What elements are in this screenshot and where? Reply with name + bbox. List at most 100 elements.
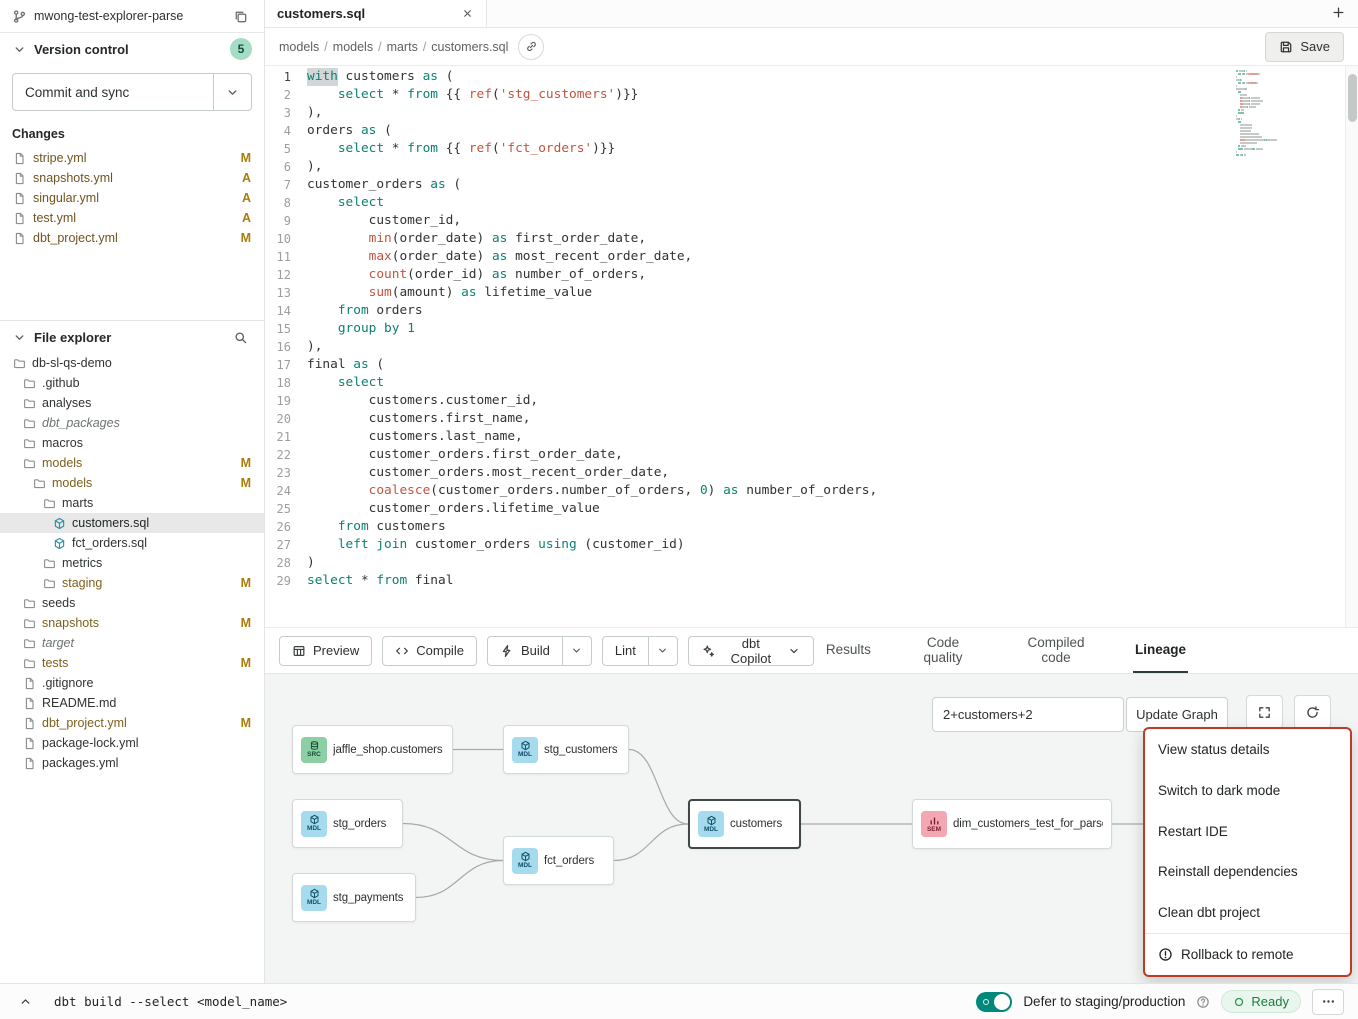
lineage-node-stg_customers[interactable]: MDLstg_customers [503, 725, 629, 774]
code-line[interactable]: 17final as ( [265, 356, 1358, 374]
lineage-node-dim[interactable]: SEMdim_customers_test_for_parse [912, 799, 1112, 849]
minimap[interactable] [1236, 70, 1292, 157]
code-line[interactable]: 29select * from final [265, 572, 1358, 590]
tree-item-dbt-packages[interactable]: dbt_packages [0, 413, 264, 433]
tree-item-packages-yml[interactable]: packages.yml [0, 753, 264, 773]
tree-item-analyses[interactable]: analyses [0, 393, 264, 413]
code-line[interactable]: 13 sum(amount) as lifetime_value [265, 284, 1358, 302]
lineage-node-jaffle[interactable]: SRCjaffle_shop.customers [292, 725, 453, 774]
build-button[interactable]: Build [487, 636, 562, 666]
code-line[interactable]: 25 customer_orders.lifetime_value [265, 500, 1358, 518]
scrollbar-thumb[interactable] [1348, 74, 1357, 122]
menu-item-view-status-details[interactable]: View status details [1145, 729, 1350, 770]
code-line[interactable]: 15 group by 1 [265, 320, 1358, 338]
lineage-node-stg_payments[interactable]: MDLstg_payments [292, 873, 416, 922]
breadcrumb-item[interactable]: models [279, 40, 319, 54]
menu-item-restart-ide[interactable]: Restart IDE [1145, 811, 1350, 852]
code-line[interactable]: 9 customer_id, [265, 212, 1358, 230]
code-line[interactable]: 1with customers as ( [265, 68, 1358, 86]
tree-item-customers-sql[interactable]: customers.sql [0, 513, 264, 533]
tree-item-models[interactable]: modelsM [0, 473, 264, 493]
tree-item-models[interactable]: modelsM [0, 453, 264, 473]
breadcrumb-item[interactable]: customers.sql [431, 40, 508, 54]
code-line[interactable]: 16), [265, 338, 1358, 356]
tree-item--github[interactable]: .github [0, 373, 264, 393]
lineage-search-input[interactable] [932, 697, 1124, 732]
expand-panel-button[interactable] [14, 991, 36, 1013]
save-button[interactable]: Save [1265, 32, 1344, 62]
tree-item-dbt-project-yml[interactable]: dbt_project.ymlM [0, 713, 264, 733]
tree-item-package-lock-yml[interactable]: package-lock.yml [0, 733, 264, 753]
change-row[interactable]: stripe.ymlM [0, 148, 264, 168]
tree-item--gitignore[interactable]: .gitignore [0, 673, 264, 693]
tree-item-db-sl-qs-demo[interactable]: db-sl-qs-demo [0, 353, 264, 373]
compile-button[interactable]: Compile [382, 636, 477, 666]
code-line[interactable]: 11 max(order_date) as most_recent_order_… [265, 248, 1358, 266]
tab-lineage[interactable]: Lineage [1133, 628, 1188, 673]
new-tab-button[interactable] [1331, 5, 1346, 23]
tree-item-snapshots[interactable]: snapshotsM [0, 613, 264, 633]
breadcrumb-item[interactable]: models [333, 40, 373, 54]
tab-code-quality[interactable]: Code quality [907, 628, 979, 673]
commit-dropdown-button[interactable] [213, 74, 251, 110]
code-line[interactable]: 26 from customers [265, 518, 1358, 536]
code-line[interactable]: 20 customers.first_name, [265, 410, 1358, 428]
tree-item-staging[interactable]: stagingM [0, 573, 264, 593]
tab-customers-sql[interactable]: customers.sql [265, 0, 487, 27]
code-line[interactable]: 14 from orders [265, 302, 1358, 320]
version-control-header[interactable]: Version control 5 [0, 33, 264, 65]
cli-command[interactable]: dbt build --select <model_name> [54, 994, 287, 1009]
lineage-node-customers[interactable]: MDLcustomers [688, 799, 801, 849]
code-line[interactable]: 5 select * from {{ ref('fct_orders')}} [265, 140, 1358, 158]
more-options-button[interactable] [1312, 989, 1344, 1015]
code-line[interactable]: 21 customers.last_name, [265, 428, 1358, 446]
change-row[interactable]: singular.ymlA [0, 188, 264, 208]
code-line[interactable]: 18 select [265, 374, 1358, 392]
code-line[interactable]: 22 customer_orders.first_order_date, [265, 446, 1358, 464]
breadcrumb-item[interactable]: marts [387, 40, 418, 54]
tree-item-tests[interactable]: testsM [0, 653, 264, 673]
code-editor[interactable]: 1with customers as (2 select * from {{ r… [265, 66, 1358, 627]
tree-item-fct-orders-sql[interactable]: fct_orders.sql [0, 533, 264, 553]
code-line[interactable]: 8 select [265, 194, 1358, 212]
code-line[interactable]: 27 left join customer_orders using (cust… [265, 536, 1358, 554]
code-line[interactable]: 10 min(order_date) as first_order_date, [265, 230, 1358, 248]
change-row[interactable]: test.ymlA [0, 208, 264, 228]
fullscreen-button[interactable] [1246, 695, 1283, 729]
code-line[interactable]: 4orders as ( [265, 122, 1358, 140]
tree-item-seeds[interactable]: seeds [0, 593, 264, 613]
code-line[interactable]: 28) [265, 554, 1358, 572]
code-line[interactable]: 12 count(order_id) as number_of_orders, [265, 266, 1358, 284]
menu-item-switch-to-dark-mode[interactable]: Switch to dark mode [1145, 770, 1350, 811]
code-line[interactable]: 19 customers.customer_id, [265, 392, 1358, 410]
refresh-graph-button[interactable] [1294, 695, 1331, 729]
tree-item-metrics[interactable]: metrics [0, 553, 264, 573]
lint-dropdown-button[interactable] [648, 636, 678, 666]
code-line[interactable]: 6), [265, 158, 1358, 176]
tab-close-button[interactable] [461, 7, 474, 20]
preview-button[interactable]: Preview [279, 636, 372, 666]
defer-toggle[interactable] [976, 992, 1012, 1012]
code-line[interactable]: 23 customer_orders.most_recent_order_dat… [265, 464, 1358, 482]
code-line[interactable]: 3), [265, 104, 1358, 122]
editor-scrollbar[interactable] [1345, 66, 1358, 627]
defer-help-icon[interactable] [1196, 995, 1210, 1009]
dbt-copilot-button[interactable]: dbt Copilot [688, 636, 814, 666]
file-explorer-header[interactable]: File explorer [0, 321, 264, 353]
code-line[interactable]: 24 coalesce(customer_orders.number_of_or… [265, 482, 1358, 500]
menu-item-rollback-to-remote[interactable]: Rollback to remote [1145, 933, 1350, 975]
lint-button[interactable]: Lint [602, 636, 648, 666]
build-dropdown-button[interactable] [562, 636, 592, 666]
tree-item-macros[interactable]: macros [0, 433, 264, 453]
tree-item-readme-md[interactable]: README.md [0, 693, 264, 713]
change-row[interactable]: dbt_project.ymlM [0, 228, 264, 248]
tree-item-marts[interactable]: marts [0, 493, 264, 513]
code-line[interactable]: 2 select * from {{ ref('stg_customers')}… [265, 86, 1358, 104]
file-link-button[interactable] [518, 34, 544, 60]
lineage-node-fct_orders[interactable]: MDLfct_orders [503, 836, 614, 885]
code-line[interactable]: 7customer_orders as ( [265, 176, 1358, 194]
tree-item-target[interactable]: target [0, 633, 264, 653]
tab-results[interactable]: Results [824, 628, 873, 673]
menu-item-reinstall-dependencies[interactable]: Reinstall dependencies [1145, 851, 1350, 892]
tab-compiled-code[interactable]: Compiled code [1013, 628, 1099, 673]
